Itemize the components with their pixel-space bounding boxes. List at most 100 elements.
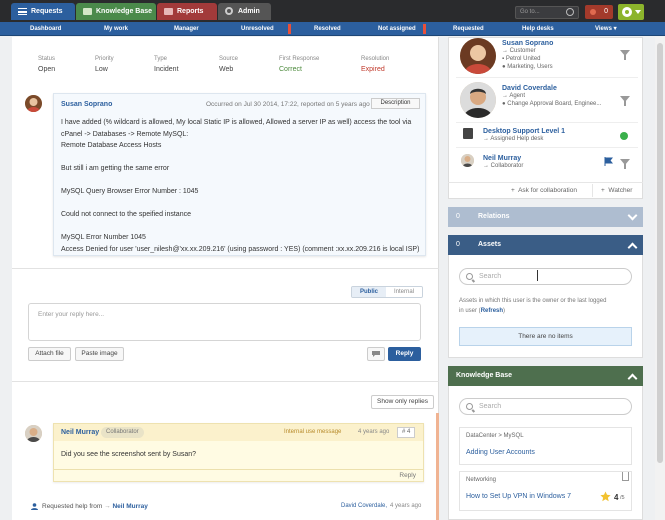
person-groups: ● Marketing, Users — [502, 64, 553, 70]
tab-public[interactable]: Public — [352, 287, 387, 297]
paste-image-button[interactable]: Paste image — [75, 347, 124, 361]
arrow-icon: → — [483, 163, 489, 169]
trash-icon[interactable] — [622, 472, 629, 481]
kb-search-input[interactable]: Search — [459, 398, 632, 415]
kb-article-title[interactable]: Adding User Accounts — [466, 449, 535, 456]
person-name[interactable]: Susan Soprano — [502, 40, 553, 47]
flag-icon[interactable] — [604, 157, 613, 166]
assets-count: 0 — [456, 241, 460, 248]
requested-help-time: 4 years ago — [390, 503, 422, 509]
relations-header[interactable]: 0 Relations — [448, 207, 643, 227]
watcher-button[interactable]: + Watcher — [601, 187, 632, 194]
building-icon: ▪ — [502, 56, 505, 62]
nav-unresolved[interactable]: Unresolved — [241, 22, 274, 36]
comment-author[interactable]: Neil Murray — [61, 429, 99, 436]
avatar[interactable] — [460, 38, 496, 74]
nav-requested[interactable]: Requested — [453, 22, 484, 36]
nav-my-work[interactable]: My work — [104, 22, 128, 36]
nav-resolved[interactable]: Resolved — [314, 22, 341, 36]
status-value[interactable]: Open — [38, 66, 55, 73]
nav-dashboard[interactable]: Dashboard — [30, 22, 61, 36]
status-label: Status — [38, 56, 56, 62]
comment-reply-link[interactable]: Reply — [399, 472, 416, 479]
sub-nav: Dashboard My work Manager Unresolved Res… — [0, 22, 665, 36]
tab-admin[interactable]: Admin — [218, 3, 271, 20]
menu-icon — [18, 8, 27, 15]
avatar[interactable] — [25, 95, 42, 112]
settings-button[interactable] — [618, 4, 644, 20]
nav-manager[interactable]: Manager — [174, 22, 199, 36]
assets-search-input[interactable]: Search — [459, 268, 632, 285]
role-badge: Collaborator — [101, 427, 144, 438]
comment-body: Did you see the screenshot sent by Susan… — [61, 451, 197, 458]
assets-label: Assets — [478, 241, 501, 248]
comment-meta: Occurred on Jul 30 2014, 17:22, reported… — [206, 101, 370, 108]
filter-icon[interactable] — [620, 50, 630, 60]
tab-reports[interactable]: Reports — [157, 3, 217, 20]
divider — [456, 77, 638, 78]
person-role: → Agent — [502, 93, 526, 99]
person-role: → Collaborator — [483, 163, 524, 169]
source-value[interactable]: Web — [219, 66, 233, 73]
requested-help-by[interactable]: David Coverdale, — [341, 503, 387, 509]
assets-note-line2: in user (Refresh) — [459, 308, 506, 314]
ticket-main: Status Open Priority Low Type Incident S… — [12, 37, 439, 520]
chat-icon — [372, 351, 380, 357]
ask-collaboration-button[interactable]: + Ask for collaboration — [511, 187, 577, 194]
attach-file-button[interactable]: Attach file — [28, 347, 71, 361]
priority-value[interactable]: Low — [95, 66, 108, 73]
divider — [592, 184, 593, 197]
comment-number[interactable]: # 4 — [397, 427, 416, 438]
avatar[interactable] — [460, 82, 496, 118]
helpdesk-name[interactable]: Desktop Support Level 1 — [483, 128, 565, 135]
tab-internal[interactable]: Internal — [386, 287, 423, 297]
internal-tag: Internal use message — [284, 429, 342, 435]
comment-body: I have added (% wildcard is allowed, My … — [61, 119, 420, 253]
chevron-down-icon — [635, 10, 641, 14]
divider — [448, 182, 643, 183]
search-icon — [466, 403, 473, 410]
notification-icon — [590, 9, 596, 15]
arrow-icon: → — [483, 136, 489, 142]
gear-icon — [622, 7, 632, 17]
search-icon[interactable] — [566, 8, 574, 16]
refresh-link[interactable]: Refresh — [481, 308, 503, 314]
reply-button[interactable]: Reply — [388, 347, 421, 361]
knowledge-base-header[interactable]: Knowledge Base — [448, 366, 643, 386]
filter-icon[interactable] — [620, 159, 630, 169]
person-groups: ● Change Approval Board, Enginee... — [502, 101, 602, 107]
person-name[interactable]: Neil Murray — [483, 155, 521, 162]
emoji-button[interactable] — [367, 347, 385, 361]
description-button[interactable]: Description — [371, 98, 420, 109]
kb-article[interactable]: DataCenter > MySQL Adding User Accounts — [459, 427, 632, 465]
kb-rating: 4 — [614, 493, 619, 502]
tab-knowledge-base[interactable]: Knowledge Base — [76, 3, 156, 20]
chevron-down-icon — [627, 210, 638, 221]
chevron-up-icon — [627, 242, 638, 253]
priority-label: Priority — [95, 56, 114, 62]
resolution-label: Resolution — [361, 56, 390, 62]
comment-author[interactable]: Susan Soprano — [61, 101, 112, 108]
chevron-down-icon: ▾ — [613, 26, 617, 32]
tab-requests[interactable]: Requests — [11, 3, 75, 20]
notifications-button[interactable]: 0 — [585, 5, 613, 19]
assets-header[interactable]: 0 Assets — [448, 235, 643, 255]
show-only-replies-button[interactable]: Show only replies — [371, 395, 434, 409]
scrollbar-thumb[interactable] — [657, 43, 663, 463]
nav-not-assigned[interactable]: Not assigned — [378, 22, 416, 36]
avatar[interactable] — [25, 425, 42, 442]
helpdesk-icon — [463, 128, 473, 139]
filter-icon[interactable] — [620, 96, 630, 106]
type-label: Type — [154, 56, 168, 62]
person-name[interactable]: David Coverdale — [502, 85, 557, 92]
kb-article[interactable]: Networking How to Set Up VPN in Windows … — [459, 471, 632, 511]
nav-views[interactable]: Views ▾ — [595, 22, 617, 36]
online-status-icon — [620, 132, 628, 140]
requested-help-user[interactable]: Neil Murray — [112, 503, 147, 510]
assets-note: Assets in which this user is the owner o… — [459, 298, 607, 304]
avatar[interactable] — [461, 154, 474, 167]
type-value[interactable]: Incident — [154, 66, 179, 73]
kb-article-title[interactable]: How to Set Up VPN in Windows 7 — [466, 493, 571, 500]
reply-input[interactable]: Enter your reply here... — [28, 303, 421, 341]
nav-help-desks[interactable]: Help desks — [522, 22, 554, 36]
